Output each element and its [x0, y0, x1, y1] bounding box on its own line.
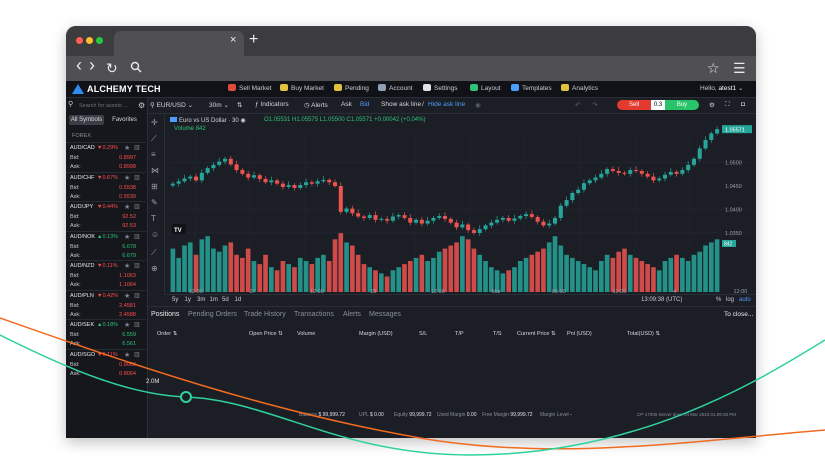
- orange-curve: [0, 317, 825, 450]
- decorative-curves: [0, 317, 825, 456]
- zoom-label: 2.0M: [146, 379, 160, 385]
- curve-marker: [180, 391, 192, 403]
